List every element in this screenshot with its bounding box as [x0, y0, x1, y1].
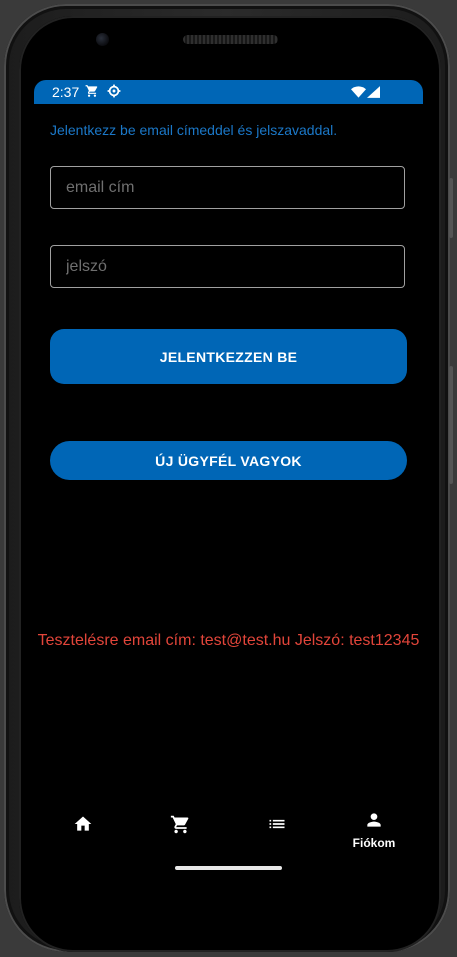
login-button[interactable]: JELENTKEZZEN BE: [50, 329, 407, 384]
home-icon: [73, 816, 93, 838]
email-input[interactable]: [51, 167, 404, 208]
nav-account[interactable]: [354, 810, 394, 835]
nav-account-label: Fiókom: [352, 836, 396, 850]
email-field[interactable]: [50, 166, 405, 209]
signal-icon: [367, 85, 380, 101]
home-indicator[interactable]: [175, 866, 282, 870]
front-camera: [96, 33, 109, 46]
password-field[interactable]: [50, 245, 405, 288]
login-intro-text: Jelentkezz be email címeddel és jelszava…: [50, 122, 338, 138]
wifi-icon: [351, 85, 366, 101]
new-customer-button[interactable]: ÚJ ÜGYFÉL VAGYOK: [50, 441, 407, 480]
cart-icon: [85, 84, 99, 101]
settings-icon: [107, 84, 121, 101]
nav-list[interactable]: [257, 814, 297, 839]
list-icon: [267, 819, 287, 838]
nav-cart[interactable]: [160, 814, 200, 840]
earpiece-speaker: [183, 35, 278, 44]
nav-home[interactable]: [63, 814, 103, 839]
status-bar: 2:37: [34, 80, 423, 104]
person-icon: [364, 813, 384, 834]
app-screen: 2:37 Jelentkezz be email címeddel és jel…: [34, 80, 423, 900]
cart-icon: [170, 815, 191, 839]
volume-button: [449, 178, 453, 238]
test-credentials-note: Tesztelésre email cím: test@test.hu Jels…: [37, 632, 420, 649]
power-button: [449, 366, 453, 484]
status-time: 2:37: [52, 84, 80, 100]
password-input[interactable]: [51, 246, 404, 287]
